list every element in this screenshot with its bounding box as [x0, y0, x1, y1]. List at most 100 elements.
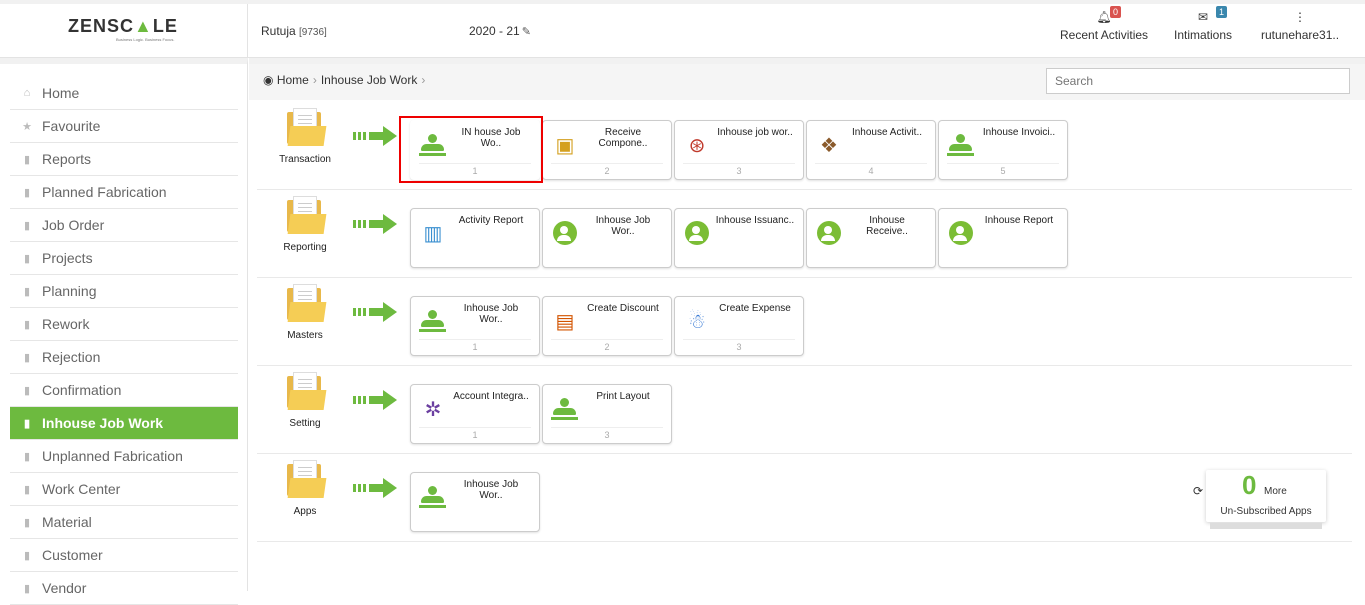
- star-icon: ★: [22, 120, 32, 133]
- sidebar-item-label: Favourite: [42, 118, 101, 134]
- folder-icon: [287, 372, 327, 410]
- app-card-number: 3: [551, 427, 663, 443]
- app-card[interactable]: ▣ Receive Compone.. 2: [542, 120, 672, 180]
- app-card[interactable]: Inhouse Job Wor..: [410, 472, 540, 532]
- sidebar-item[interactable]: ▮ Job Order: [10, 209, 238, 242]
- package-icon: ▣: [555, 135, 575, 157]
- home-icon: ⌂: [23, 87, 31, 99]
- app-card-title: Create Expense: [719, 303, 791, 314]
- app-card[interactable]: Inhouse Invoici.. 5: [938, 120, 1068, 180]
- app-card-title: Create Discount: [587, 303, 659, 314]
- folder-icon: [287, 284, 327, 322]
- sidebar-item[interactable]: ▮ Work Center: [10, 473, 238, 506]
- app-card-title: Inhouse job wor..: [717, 127, 793, 138]
- sidebar-item[interactable]: ★ Favourite: [10, 110, 238, 143]
- sidebar-item[interactable]: ▮ Planning: [10, 275, 238, 308]
- app-card[interactable]: ▥ Activity Report: [410, 208, 540, 268]
- refresh-icon[interactable]: ⟳: [1193, 484, 1203, 498]
- app-card[interactable]: ❖ Inhouse Activit.. 4: [806, 120, 936, 180]
- folder-icon: ▮: [23, 318, 31, 331]
- sidebar-item-label: Vendor: [42, 580, 87, 596]
- recent-activities-button[interactable]: 🔔︎ 0 Recent Activities: [1060, 6, 1149, 42]
- section-setting: Setting ✲ Account Integra.. 1 Print Layout 3: [257, 366, 1352, 454]
- app-card[interactable]: Inhouse Issuanc..: [674, 208, 804, 268]
- sidebar-item[interactable]: ▮ Rework: [10, 308, 238, 341]
- app-card-number: 4: [815, 163, 927, 179]
- sidebar-item-label: Home: [42, 85, 80, 101]
- app-card[interactable]: ✲ Account Integra.. 1: [410, 384, 540, 444]
- search-input[interactable]: [1046, 68, 1350, 94]
- app-card-number: 1: [419, 427, 531, 443]
- app-card-title: Inhouse Job Wor..: [463, 303, 519, 325]
- sidebar-item[interactable]: ▮ Customer: [10, 539, 238, 572]
- app-card-title: Inhouse Invoici..: [982, 127, 1056, 138]
- sidebar-item-label: Rework: [42, 316, 90, 332]
- app-card-number: 3: [683, 163, 795, 179]
- section-apps: Apps Inhouse Job Wor..: [257, 454, 1352, 542]
- app-card-title: Inhouse Receive..: [866, 215, 908, 237]
- folder-icon: ▮: [23, 252, 31, 265]
- sidebar-item[interactable]: ▮ Projects: [10, 242, 238, 275]
- sidebar-item[interactable]: ▮ Reports: [10, 143, 238, 176]
- top-bar: ZENSC▲LE Business Logic. Business Focus.…: [0, 0, 1365, 58]
- badge-icon: ⊛: [688, 135, 706, 157]
- sidebar-item-label: Reports: [42, 151, 92, 167]
- app-card-number: 3: [683, 339, 795, 355]
- app-card-title: Account Integra..: [453, 391, 529, 402]
- sidebar-item-label: Planned Fabrication: [42, 184, 167, 200]
- breadcrumb: ◉ Home › Inhouse Job Work ›: [263, 73, 426, 87]
- sidebar-item-label: Confirmation: [42, 382, 122, 398]
- financial-year[interactable]: 2020 - 21 ✎: [469, 24, 531, 38]
- breadcrumb-current[interactable]: Inhouse Job Work: [321, 73, 418, 87]
- unsubscribed-count: 0: [1242, 470, 1257, 500]
- app-card[interactable]: ⊛ Inhouse job wor.. 3: [674, 120, 804, 180]
- sidebar-item[interactable]: ▮ Material: [10, 506, 238, 539]
- app-card[interactable]: Inhouse Receive..: [806, 208, 936, 268]
- breadcrumb-home[interactable]: Home: [277, 73, 309, 87]
- sidebar-item-label: Planning: [42, 283, 97, 299]
- sidebar-item[interactable]: ▮ Vendor: [10, 572, 238, 605]
- profile-menu[interactable]: ⋮ rutunehare31..: [1261, 10, 1339, 42]
- folder-icon: ▮: [23, 483, 31, 496]
- section-label: Transaction: [279, 154, 331, 165]
- folder-icon: ▮: [23, 516, 31, 529]
- app-card[interactable]: Print Layout 3: [542, 384, 672, 444]
- sidebar-item-label: Unplanned Fabrication: [42, 448, 183, 464]
- recent-activities-label: Recent Activities: [1060, 28, 1149, 42]
- section-reporting: Reporting ▥ Activity Report Inhouse Job Wor…: [257, 190, 1352, 278]
- app-card-title: Receive Compone..: [598, 127, 648, 149]
- sidebar-item[interactable]: ▮ Rejection: [10, 341, 238, 374]
- recent-activities-badge: 0: [1110, 6, 1122, 18]
- user-circle-icon: [685, 221, 709, 245]
- user-circle-icon: [949, 221, 973, 245]
- document-icon: ▮: [23, 153, 31, 166]
- more-vertical-icon: ⋮: [1294, 10, 1307, 24]
- section-label: Masters: [287, 330, 323, 341]
- intimations-button[interactable]: ✉ 1 Intimations: [1174, 6, 1232, 42]
- sidebar-item-label: Inhouse Job Work: [42, 415, 164, 431]
- sidebar-item[interactable]: ▮ Unplanned Fabrication: [10, 440, 238, 473]
- expense-icon: ☃: [688, 311, 706, 333]
- app-card[interactable]: Inhouse Report: [938, 208, 1068, 268]
- app-card[interactable]: ☃ Create Expense 3: [674, 296, 804, 356]
- envelope-icon: ✉ 1: [1174, 6, 1232, 28]
- user-icon: [419, 309, 447, 335]
- user-name: Rutuja [9736]: [261, 24, 327, 38]
- sidebar-item[interactable]: ▮ Planned Fabrication: [10, 176, 238, 209]
- app-card[interactable]: Inhouse Job Wor.. 1: [410, 296, 540, 356]
- discount-icon: ▤: [555, 311, 575, 333]
- folder-icon: ▮: [23, 582, 31, 595]
- sidebar-item[interactable]: ⌂ Home: [10, 77, 238, 110]
- app-card[interactable]: ▤ Create Discount 2: [542, 296, 672, 356]
- sidebar-item[interactable]: ▮ Inhouse Job Work: [10, 407, 238, 440]
- edit-icon[interactable]: ✎: [522, 26, 531, 38]
- arrow-right-icon: [353, 302, 399, 322]
- sidebar-item-label: Material: [42, 514, 92, 530]
- sidebar: ⌂ Home ★ Favourite ▮ Reports ▮ Planned Fabricat…: [0, 58, 248, 605]
- sidebar-item[interactable]: ▮ Confirmation: [10, 374, 238, 407]
- user-icon: [419, 485, 447, 511]
- section-label: Reporting: [283, 242, 327, 253]
- app-card[interactable]: Inhouse Job Wor..: [542, 208, 672, 268]
- logo[interactable]: ZENSC▲LE: [68, 16, 178, 37]
- unsubscribed-apps-card[interactable]: 0 More Un-Subscribed Apps: [1206, 470, 1326, 529]
